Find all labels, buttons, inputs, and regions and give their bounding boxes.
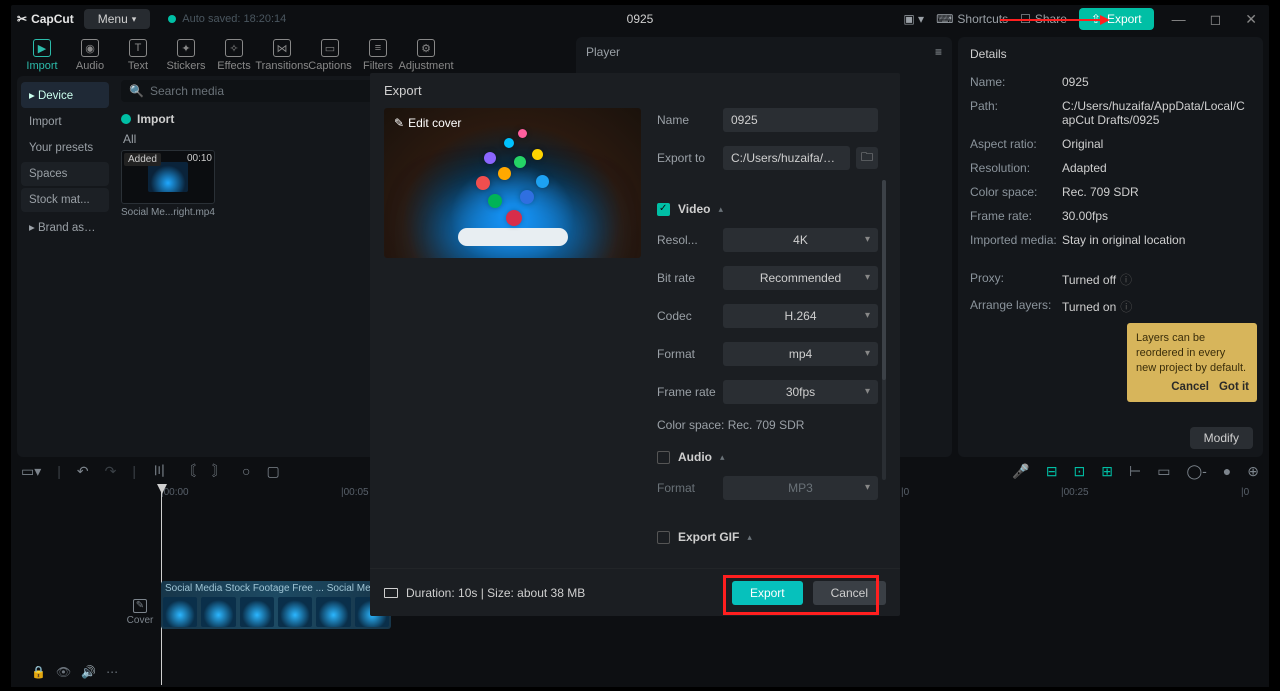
tab-adjustment[interactable]: ⚙Adjustment xyxy=(403,39,449,72)
ruler-mark: |00:05 xyxy=(341,487,369,498)
tool-a[interactable]: ⊟ xyxy=(1046,463,1058,480)
framerate-select[interactable]: 30fps▾ xyxy=(723,380,878,404)
player-label: Player xyxy=(586,45,620,59)
browse-folder-button[interactable]: 🗀 xyxy=(856,147,878,169)
thumb-duration: 00:10 xyxy=(187,153,212,164)
info-icon[interactable]: ⓘ xyxy=(1120,300,1132,314)
timeline-clip[interactable]: Social Media Stock Footage Free ... Soci… xyxy=(161,581,391,629)
tool-b[interactable]: ⊡ xyxy=(1074,463,1086,480)
ruler-mark: |0 xyxy=(901,487,909,498)
dialog-export-button[interactable]: Export xyxy=(732,581,803,605)
tool-redo[interactable]: ↷ xyxy=(105,463,117,480)
tool-c[interactable]: ⊞ xyxy=(1101,463,1113,480)
info-icon[interactable]: ⓘ xyxy=(1120,273,1132,287)
thumb-caption: Social Me...right.mp4 xyxy=(121,207,215,218)
gif-checkbox[interactable] xyxy=(657,531,670,544)
dialog-cancel-button[interactable]: Cancel xyxy=(813,581,886,605)
videoformat-select[interactable]: mp4▾ xyxy=(723,342,878,366)
export-preview: ✎ Edit cover xyxy=(384,108,641,258)
export-button[interactable]: ⇧ Export xyxy=(1079,8,1154,30)
layout-icon[interactable]: ▣ ▾ xyxy=(903,12,924,26)
hint-gotit[interactable]: Got it xyxy=(1219,380,1249,396)
tl-lock-icon[interactable]: 🔒 xyxy=(31,665,46,679)
sidebar-brand[interactable]: ▸ Brand assets xyxy=(21,214,109,240)
tool-undo[interactable]: ↶ xyxy=(77,463,89,480)
export-path-input[interactable]: C:/Users/huzaifa/App... xyxy=(723,146,850,170)
media-thumb[interactable]: Added 00:10 Social Me...right.mp4 xyxy=(121,150,215,218)
sidebar-presets[interactable]: Your presets xyxy=(21,136,109,160)
ruler-mark: |00:25 xyxy=(1061,487,1089,498)
tool-trim-left[interactable]: 〘 xyxy=(182,461,196,481)
export-name-input[interactable]: 0925 xyxy=(723,108,878,132)
hint-tooltip: Layers can be reordered in every new pro… xyxy=(1127,323,1257,402)
maximize-button[interactable]: ◻ xyxy=(1204,11,1228,28)
dialog-scrollbar[interactable] xyxy=(882,180,886,480)
tl-eye-icon[interactable]: 👁 xyxy=(56,665,71,679)
ruler-mark: |00:00 xyxy=(161,487,189,498)
ruler-mark: |0 xyxy=(1241,487,1249,498)
project-title: 0925 xyxy=(627,12,654,26)
tool-circle[interactable]: ○ xyxy=(242,463,250,479)
colorspace-note: Color space: Rec. 709 SDR xyxy=(657,418,878,432)
details-title: Details xyxy=(970,47,1251,61)
tab-import[interactable]: ▶Import xyxy=(19,39,65,72)
audio-checkbox[interactable] xyxy=(657,451,670,464)
tool-split[interactable]: 〣 xyxy=(152,461,166,481)
close-button[interactable]: ✕ xyxy=(1239,11,1263,28)
resolution-select[interactable]: 4K▾ xyxy=(723,228,878,252)
tool-e[interactable]: ▭ xyxy=(1157,463,1170,480)
autosave-status: Auto saved: 18:20:14 xyxy=(168,13,286,25)
minimize-button[interactable]: — xyxy=(1166,11,1192,27)
sidebar-stock[interactable]: Stock mat... xyxy=(21,188,109,212)
tab-filters[interactable]: ≡Filters xyxy=(355,39,401,72)
tab-text[interactable]: TText xyxy=(115,39,161,72)
tl-more-icon[interactable]: ⋯ xyxy=(106,665,118,679)
tl-speaker-icon[interactable]: 🔊 xyxy=(81,665,96,679)
tool-d[interactable]: ⊢ xyxy=(1129,463,1141,480)
video-checkbox[interactable] xyxy=(657,203,670,216)
menu-button[interactable]: Menu ▾ xyxy=(84,9,151,29)
hint-cancel[interactable]: Cancel xyxy=(1171,380,1209,396)
share-button[interactable]: ☐ Share xyxy=(1020,12,1067,26)
thumb-added-badge: Added xyxy=(124,153,161,166)
tool-mic[interactable]: 🎤 xyxy=(1012,463,1029,480)
tool-f[interactable]: ◯- xyxy=(1186,463,1206,480)
app-logo: ✂ CapCut xyxy=(17,12,74,26)
dialog-title: Export xyxy=(370,73,900,108)
tool-shield[interactable]: ▢ xyxy=(266,463,279,480)
sidebar-spaces[interactable]: Spaces xyxy=(21,162,109,186)
tool-g[interactable]: ● xyxy=(1223,463,1231,479)
tab-stickers[interactable]: ✦Stickers xyxy=(163,39,209,72)
duration-size-label: Duration: 10s | Size: about 38 MB xyxy=(384,586,585,600)
tab-audio[interactable]: ◉Audio xyxy=(67,39,113,72)
audioformat-select[interactable]: MP3▾ xyxy=(723,476,878,500)
player-menu-icon[interactable]: ≡ xyxy=(935,45,942,59)
tab-transitions[interactable]: ⋈Transitions xyxy=(259,39,305,72)
tool-select[interactable]: ▭▾ xyxy=(21,463,41,480)
tab-captions[interactable]: ▭Captions xyxy=(307,39,353,72)
export-dialog: Export ✎ Edit cover xyxy=(370,73,900,616)
codec-select[interactable]: H.264▾ xyxy=(723,304,878,328)
tab-effects[interactable]: ✧Effects xyxy=(211,39,257,72)
sidebar-device[interactable]: ▸ Device xyxy=(21,82,109,108)
modify-button[interactable]: Modify xyxy=(1190,427,1253,449)
tool-zoom[interactable]: ⊕ xyxy=(1247,463,1259,480)
bitrate-select[interactable]: Recommended▾ xyxy=(723,266,878,290)
shortcuts-button[interactable]: ⌨ Shortcuts xyxy=(936,12,1008,26)
sidebar-import[interactable]: Import xyxy=(21,110,109,134)
tool-trim-right[interactable]: 〙 xyxy=(212,461,226,481)
cover-button[interactable]: ✎Cover xyxy=(122,599,158,629)
